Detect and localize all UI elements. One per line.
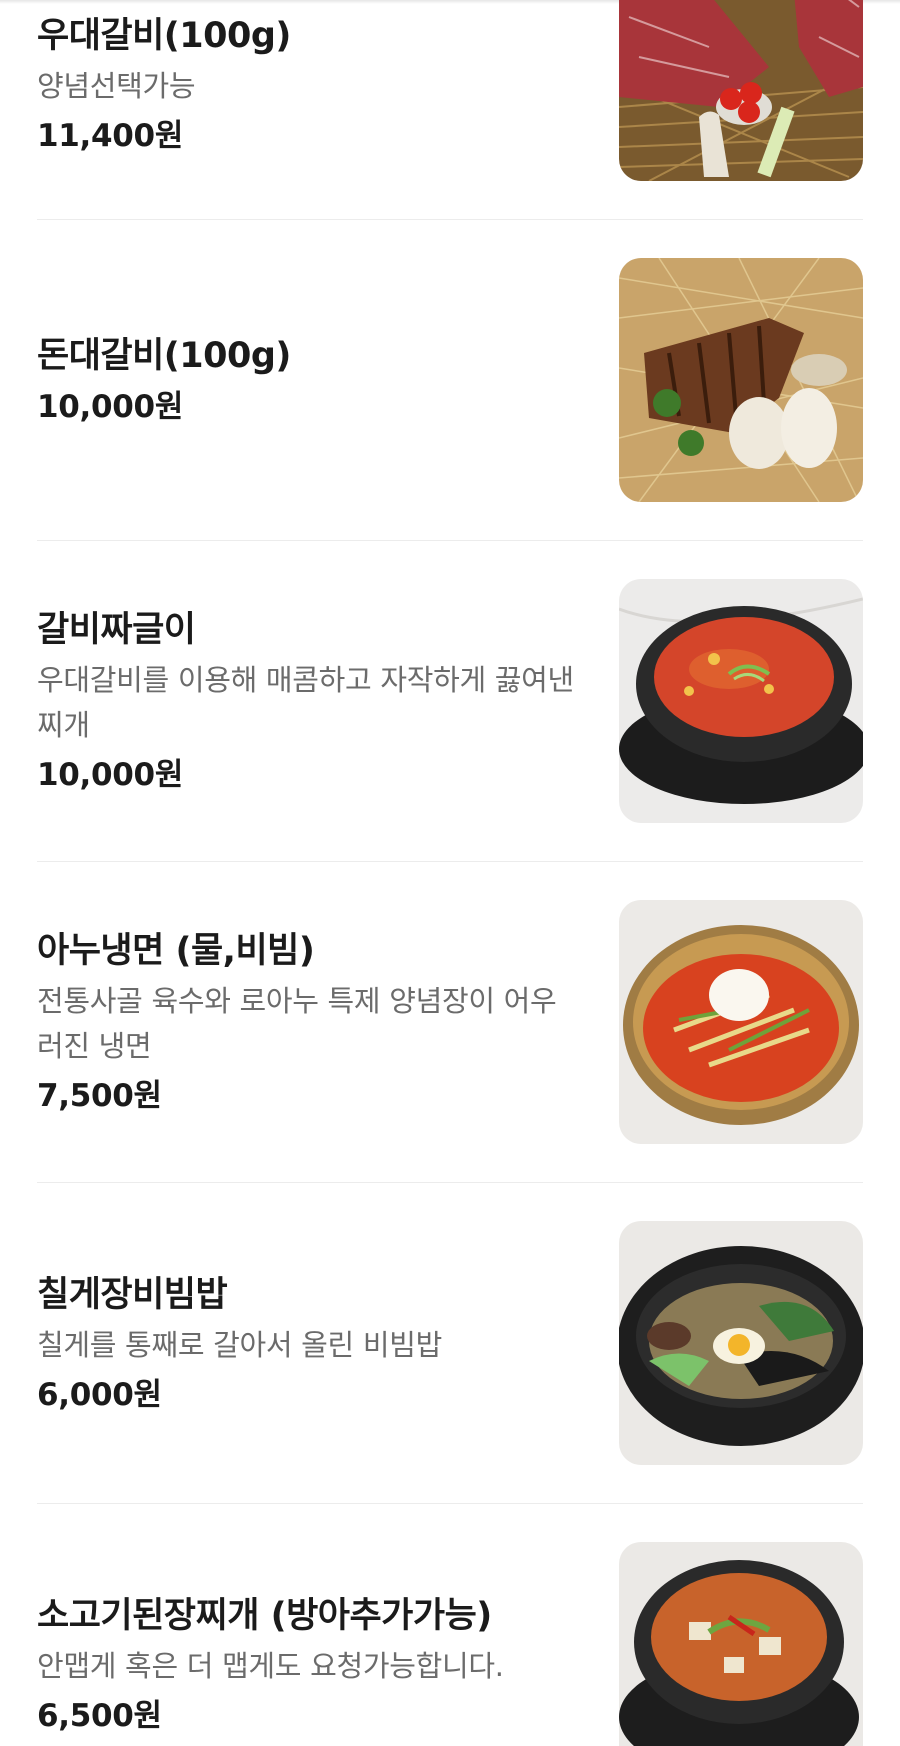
bibimbap-photo[interactable]: [619, 1221, 863, 1465]
menu-item-info: 갈비짜글이 우대갈비를 이용해 매콤하고 자작하게 끓여낸 찌개 10,000원: [37, 541, 582, 861]
menu-item-name: 우대갈비(100g): [37, 16, 291, 56]
menu-item-price: 10,000원: [37, 389, 184, 425]
menu-item-chilgejang-bibimbap[interactable]: 칠게장비빔밥 칠게를 통째로 갈아서 올린 비빔밥 6,000원: [37, 1183, 863, 1504]
menu-item-price: 6,000원: [37, 1376, 162, 1413]
menu-item-galbi-jjageuri[interactable]: 갈비짜글이 우대갈비를 이용해 매콤하고 자작하게 끓여낸 찌개 10,000원: [37, 541, 863, 862]
cold-noodles-photo[interactable]: [619, 900, 863, 1144]
menu-page: 우대갈비(100g) 양념선택가능 11,400원 돈대갈비(100g) 10,…: [0, 0, 900, 1746]
menu-item-description: 전통사골 육수와 로아누 특제 양념장이 어우러진 냉면: [37, 984, 557, 1063]
menu-item-name: 돈대갈비(100g): [37, 336, 291, 376]
menu-item-anu-naengmyeon[interactable]: 아누냉면 (물,비빔) 전통사골 육수와 로아누 특제 양념장이 어우러진 냉면…: [37, 862, 863, 1183]
menu-item-info: 칠게장비빔밥 칠게를 통째로 갈아서 올린 비빔밥 6,000원: [37, 1183, 582, 1503]
beef-short-rib-photo[interactable]: [619, 0, 863, 181]
spicy-stew-photo[interactable]: [619, 579, 863, 823]
menu-item-description: 양념선택가능: [37, 69, 196, 103]
menu-item-name: 아누냉면 (물,비빔): [37, 931, 315, 971]
menu-item-price: 7,500원: [37, 1078, 162, 1114]
menu-item-info: 아누냉면 (물,비빔) 전통사골 육수와 로아누 특제 양념장이 어우러진 냉면…: [37, 862, 582, 1182]
menu-item-pork-rib[interactable]: 돈대갈비(100g) 10,000원: [37, 220, 863, 541]
menu-item-name: 소고기된장찌개 (방아추가가능): [37, 1596, 492, 1636]
menu-item-beef-soybean-stew[interactable]: 소고기된장찌개 (방아추가가능) 안맵게 혹은 더 맵게도 요청가능합니다. 6…: [37, 1504, 863, 1746]
menu-item-beef-short-rib[interactable]: 우대갈비(100g) 양념선택가능 11,400원: [37, 0, 863, 220]
soybean-stew-photo[interactable]: [619, 1542, 863, 1746]
menu-item-info: 돈대갈비(100g) 10,000원: [37, 220, 582, 540]
menu-item-name: 칠게장비빔밥: [37, 1274, 228, 1315]
menu-item-description: 칠게를 통째로 갈아서 올린 비빔밥: [37, 1327, 442, 1362]
menu-item-price: 10,000원: [37, 757, 184, 793]
menu-item-description: 안맵게 혹은 더 맵게도 요청가능합니다.: [37, 1649, 504, 1683]
menu-item-info: 우대갈비(100g) 양념선택가능 11,400원: [37, 0, 582, 219]
menu-item-price: 6,500원: [37, 1698, 162, 1734]
pork-rib-photo[interactable]: [619, 258, 863, 502]
menu-item-name: 갈비짜글이: [37, 610, 196, 650]
menu-item-price: 11,400원: [37, 118, 184, 154]
menu-item-info: 소고기된장찌개 (방아추가가능) 안맵게 혹은 더 맵게도 요청가능합니다. 6…: [37, 1504, 582, 1746]
menu-item-description: 우대갈비를 이용해 매콤하고 자작하게 끓여낸 찌개: [37, 663, 574, 742]
